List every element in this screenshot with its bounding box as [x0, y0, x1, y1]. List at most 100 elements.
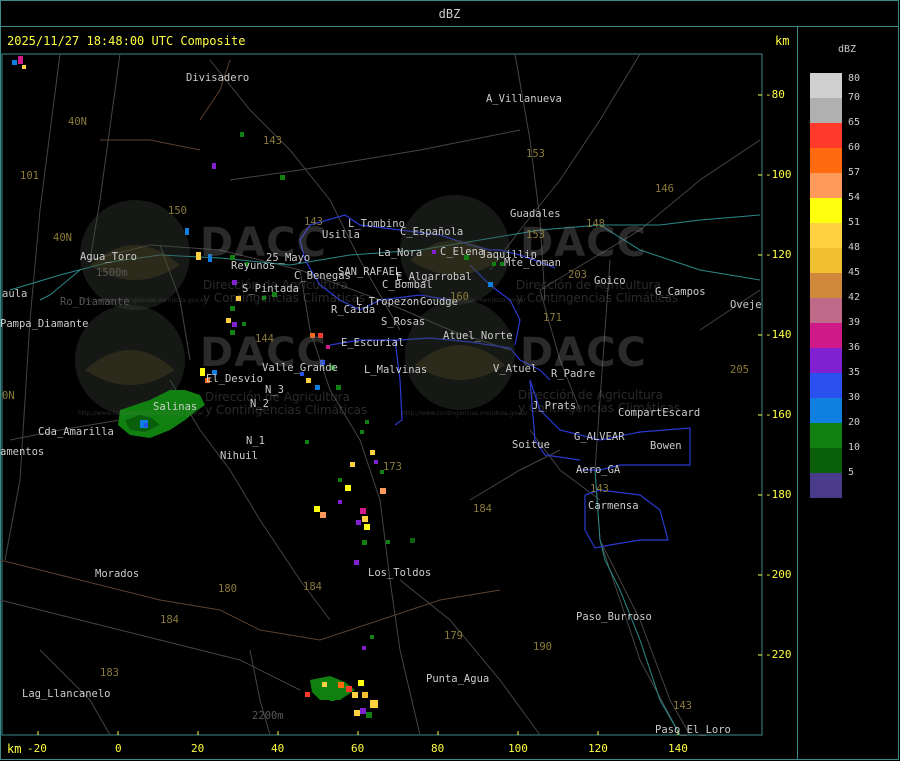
route-number: 160 [450, 291, 469, 303]
legend-swatch [810, 123, 842, 148]
unit-label: km [775, 34, 790, 48]
route-number: 143 [590, 483, 609, 495]
radar-window: dBZ DACC DACC DACC DACC Dirección de Agr… [0, 0, 900, 761]
route-number: 184 [303, 581, 322, 593]
legend-label: 30 [848, 392, 861, 403]
place-label: 2200m [252, 710, 284, 722]
place-label: Soitue [512, 439, 550, 451]
legend-swatch [810, 223, 842, 248]
y-tick-label: -200 [765, 568, 792, 581]
legend-swatch [810, 323, 842, 348]
route-number: 184 [160, 614, 179, 626]
place-label: S_Pintada [242, 283, 299, 295]
place-label: SAN_RAFAEL [338, 266, 402, 278]
legend-swatch [810, 248, 842, 273]
legend-swatch [810, 98, 842, 123]
place-label: aula [2, 288, 28, 300]
place-label: N_2 [250, 398, 269, 410]
x-tick-label: 120 [588, 742, 608, 755]
route-number: 150 [168, 205, 187, 217]
place-label: Aero_GA [576, 464, 621, 476]
route-number: 144 [255, 333, 274, 345]
place-label: C_Bombal [382, 279, 433, 291]
legend-label: 39 [848, 317, 861, 328]
place-label: Guadales [510, 208, 561, 220]
place-label: El_Desvio [206, 373, 263, 385]
legend-swatch [810, 423, 842, 448]
y-tick-label: -220 [765, 648, 792, 661]
place-label: G_Campos [655, 286, 706, 298]
route-number: 203 [568, 269, 587, 281]
place-label: C_Española [400, 226, 464, 238]
place-label: Morados [95, 568, 140, 580]
legend-swatch [810, 298, 842, 323]
place-label: Lag_Llancanelo [22, 688, 111, 700]
legend-label: 10 [848, 442, 861, 453]
place-label: Usilla [322, 229, 360, 241]
y-tick-label: -100 [765, 168, 792, 181]
legend-swatch [810, 73, 842, 98]
place-label: E_Escurial [341, 337, 405, 349]
legend-label: 60 [848, 142, 861, 153]
place-label: L_Malvinas [364, 364, 428, 376]
place-label: Paso_Burroso [576, 611, 652, 623]
x-tick-label: 60 [351, 742, 365, 755]
watermark-line2: y Contingencias Climáticas [516, 291, 679, 305]
legend-swatch [810, 173, 842, 198]
legend-label: 51 [848, 217, 861, 228]
route-number: 153 [526, 148, 545, 160]
legend-label: 42 [848, 292, 861, 303]
place-label: C_Elena [440, 246, 485, 258]
route-number: 183 [100, 667, 119, 679]
y-tick-label: -180 [765, 488, 792, 501]
place-label: Jaquillin [480, 249, 537, 261]
legend-swatch [810, 273, 842, 298]
place-label: R_Caida [331, 304, 376, 316]
place-label: Pampa_Diamante [0, 318, 89, 330]
route-number: 173 [383, 461, 402, 473]
place-label: La_Nora [378, 247, 423, 259]
place-label: amentos [0, 446, 45, 458]
legend-label: 35 [848, 367, 861, 378]
route-number: 180 [218, 583, 237, 595]
place-label: Carmensa [588, 500, 639, 512]
watermark-url: http://www.contingencias.mendoza.gov.ar [402, 410, 529, 417]
legend-swatch [810, 198, 842, 223]
latitude-label: 40N [68, 116, 87, 128]
place-label: Paso_El_Loro [655, 724, 731, 736]
legend-label: 65 [848, 117, 861, 128]
place-label: R_Padre [551, 368, 596, 380]
legend-label: 5 [848, 467, 855, 478]
place-label: N_1 [246, 435, 265, 447]
route-number: 143 [263, 135, 282, 147]
legend-swatch [810, 473, 842, 498]
x-tick-label: -20 [27, 742, 47, 755]
place-label: Agua_Toro [80, 251, 137, 263]
place-label: G_ALVEAR [574, 431, 625, 443]
legend-label: 45 [848, 267, 861, 278]
legend-label: 70 [848, 92, 861, 103]
place-label: J_Prats [532, 400, 577, 412]
map-canvas [0, 53, 763, 736]
place-label: Goico [594, 275, 626, 287]
place-label: Atuel_Norte [443, 330, 513, 342]
legend-swatch [810, 398, 842, 423]
place-label: Ro_Diamante [60, 296, 130, 308]
timestamp: 2025/11/27 18:48:00 UTC Composite [7, 34, 246, 48]
y-tick-label: -120 [765, 248, 792, 261]
route-number: 143 [673, 700, 692, 712]
x-tick-label: 80 [431, 742, 445, 755]
legend-label: 48 [848, 242, 861, 253]
legend-title: dBZ [838, 44, 857, 55]
route-number: 190 [533, 641, 552, 653]
route-number: 143 [304, 216, 323, 228]
x-tick-label: 140 [668, 742, 688, 755]
place-label: Los_Toldos [368, 567, 432, 579]
place-label: CompartEscard [618, 407, 701, 419]
x-tick-label: 20 [191, 742, 205, 755]
route-number: 148 [586, 218, 605, 230]
place-label: 1500m [96, 267, 128, 279]
x-tick-label: 0 [115, 742, 122, 755]
route-number: 179 [444, 630, 463, 642]
y-tick-label: -80 [765, 88, 785, 101]
